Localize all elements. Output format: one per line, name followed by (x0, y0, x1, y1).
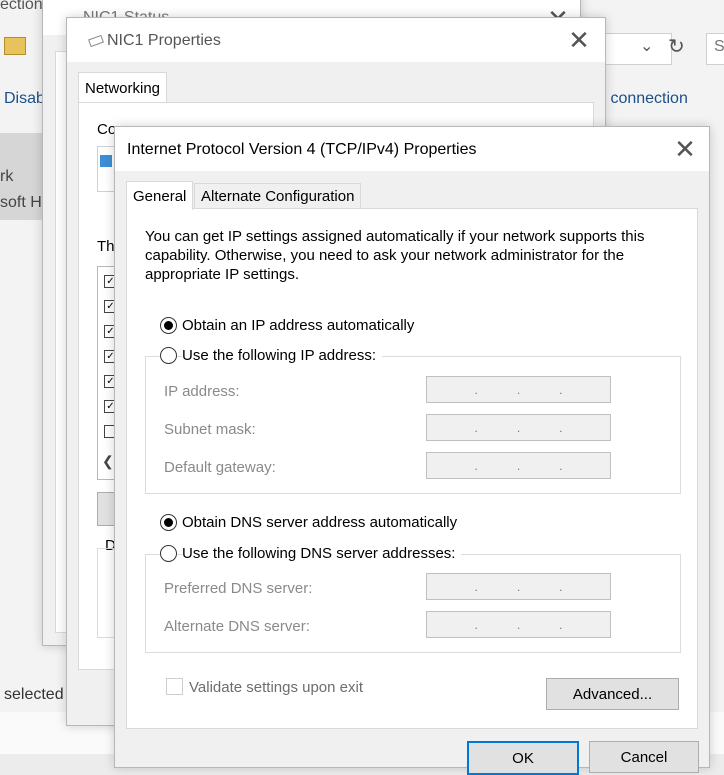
ipv4-properties-dialog: Internet Protocol Version 4 (TCP/IPv4) P… (114, 126, 710, 775)
adapter-icon (100, 155, 112, 167)
use-following-ip-radio[interactable] (160, 347, 177, 364)
background-folder-icon (4, 37, 26, 55)
network-adapter-icon (88, 34, 104, 48)
scroll-left-icon[interactable]: ❮ (102, 453, 114, 470)
default-gateway-field: ... (426, 452, 611, 479)
network-name-text: rk (0, 168, 14, 185)
chevron-down-icon[interactable]: ⌄ (640, 36, 653, 56)
alternate-dns-label: Alternate DNS server: (164, 618, 310, 635)
adapter-name-text: soft H (0, 194, 42, 211)
static-dns-group (145, 554, 681, 653)
obtain-dns-automatically-radio[interactable] (160, 514, 177, 531)
obtain-ip-automatically-label[interactable]: Obtain an IP address automatically (182, 317, 414, 334)
preferred-dns-label: Preferred DNS server: (164, 580, 313, 597)
background-search-letter: S (714, 38, 724, 55)
tab-alternate-configuration[interactable]: Alternate Configuration (194, 183, 362, 209)
disable-device-command[interactable]: Disab (4, 90, 45, 108)
ok-button[interactable]: OK (467, 741, 579, 775)
obtain-dns-automatically-label[interactable]: Obtain DNS server address automatically (182, 514, 457, 531)
ip-address-field: ... (426, 376, 611, 403)
general-panel: You can get IP settings assigned automat… (126, 208, 698, 729)
tab-networking[interactable]: Networking (78, 72, 168, 103)
subnet-mask-field: ... (426, 414, 611, 441)
nic1-properties-title: NIC1 Properties (107, 32, 221, 49)
close-icon[interactable]: ✕ (670, 135, 700, 163)
validate-settings-label: Validate settings upon exit (189, 679, 364, 696)
status-bar-selected: selected (4, 686, 64, 703)
advanced-button[interactable]: Advanced... (546, 678, 679, 710)
use-following-dns-label[interactable]: Use the following DNS server addresses: (182, 545, 462, 562)
use-following-ip-label[interactable]: Use the following IP address: (182, 347, 382, 364)
ip-description-text: You can get IP settings assigned automat… (145, 228, 645, 283)
ipv4-dialog-title: Internet Protocol Version 4 (TCP/IPv4) P… (127, 141, 477, 158)
background-top-text: ection (0, 0, 43, 13)
alternate-dns-field: ... (426, 611, 611, 638)
refresh-icon[interactable]: ↻ (668, 34, 685, 59)
validate-settings-checkbox (166, 678, 183, 695)
subnet-mask-label: Subnet mask: (164, 421, 256, 438)
ip-address-label: IP address: (164, 383, 240, 400)
default-gateway-label: Default gateway: (164, 459, 276, 476)
connection-command[interactable]: s connection (598, 90, 688, 108)
close-icon[interactable]: ✕ (564, 26, 594, 54)
tab-general[interactable]: General (126, 181, 194, 210)
preferred-dns-field: ... (426, 573, 611, 600)
background-address-bar (600, 33, 672, 65)
this-connection-label: Th (97, 238, 115, 255)
use-following-dns-radio[interactable] (160, 545, 177, 562)
obtain-ip-automatically-radio[interactable] (160, 317, 177, 334)
cancel-button[interactable]: Cancel (589, 741, 699, 773)
